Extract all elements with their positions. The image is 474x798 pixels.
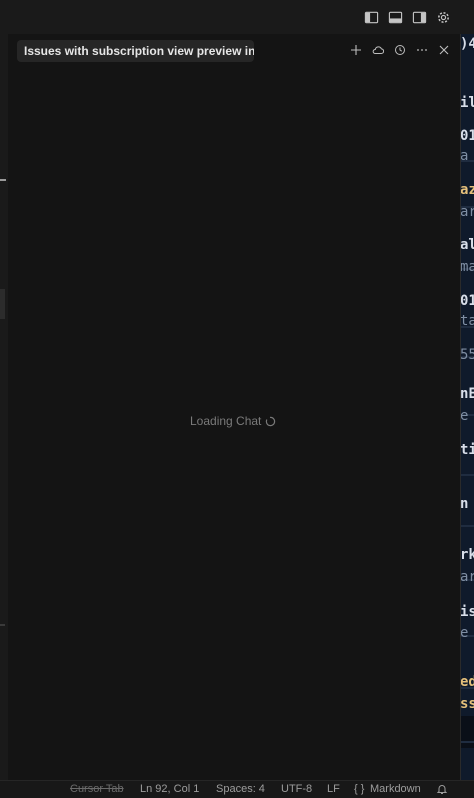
close-icon[interactable] <box>436 42 452 58</box>
code-editor-peek: )4 il 01 a az ar al ma 01 ta 55 nE e ti n rk ar is e ed ss <box>461 34 474 780</box>
language-mode[interactable]: Markdown <box>370 783 421 795</box>
code-line-fragment: a <box>461 148 469 164</box>
code-line-fragment: al <box>461 237 474 253</box>
editor-line-separator <box>461 741 474 743</box>
braces-icon: { } <box>354 783 365 795</box>
code-line-fragment: e <box>461 408 469 424</box>
loading-text: Loading Chat <box>190 414 262 428</box>
editor-edge-mark <box>0 624 5 626</box>
chat-tab[interactable]: Issues with subscription view preview in… <box>17 40 254 62</box>
code-line-fragment: 01 <box>461 128 474 144</box>
more-icon[interactable] <box>414 42 430 58</box>
chat-tab-title: Issues with subscription view preview in… <box>24 44 254 58</box>
editor-edge-mark <box>0 179 6 181</box>
history-icon[interactable] <box>392 42 408 58</box>
cursor-tab-status[interactable]: Cursor Tab <box>70 783 124 795</box>
status-bar: Cursor Tab Ln 92, Col 1 Spaces: 4 UTF-8 … <box>0 780 474 798</box>
code-line-fragment: ar <box>461 569 474 585</box>
code-line-fragment: e <box>461 625 469 641</box>
code-line-fragment: n <box>461 496 469 512</box>
cursor-position[interactable]: Ln 92, Col 1 <box>140 783 199 795</box>
spinner-icon <box>265 416 276 427</box>
code-line-fragment: is <box>461 604 474 620</box>
editor-line-separator <box>461 525 474 527</box>
layout-controls <box>362 8 452 26</box>
line-ending[interactable]: LF <box>327 783 340 795</box>
code-line-fragment: ta <box>461 313 474 329</box>
bell-icon[interactable] <box>436 783 448 795</box>
toggle-primary-sidebar-icon[interactable] <box>362 8 380 26</box>
code-line-fragment: 55 <box>461 347 474 363</box>
settings-gear-icon[interactable] <box>434 8 452 26</box>
editor-block <box>461 716 474 748</box>
left-editor-edge <box>0 34 8 780</box>
toggle-secondary-sidebar-icon[interactable] <box>410 8 428 26</box>
editor-line-separator <box>461 474 474 476</box>
toggle-panel-icon[interactable] <box>386 8 404 26</box>
chat-panel: Issues with subscription view preview in… <box>8 34 461 780</box>
code-line-fragment: 01 <box>461 293 474 309</box>
title-bar <box>0 0 474 34</box>
code-line-fragment: ss <box>461 696 474 712</box>
cloud-icon[interactable] <box>370 42 386 58</box>
code-line-fragment: il <box>461 95 474 111</box>
code-line-fragment: ma <box>461 259 474 275</box>
editor-scroll-mark <box>0 289 5 319</box>
code-line-fragment: ti <box>461 442 474 458</box>
chat-tab-actions <box>348 42 452 58</box>
indentation[interactable]: Spaces: 4 <box>216 783 265 795</box>
plus-icon[interactable] <box>348 42 364 58</box>
code-line-fragment: nE <box>461 386 474 402</box>
loading-indicator: Loading Chat <box>190 414 276 428</box>
code-line-fragment: )4 <box>461 36 474 52</box>
code-line-fragment: ed <box>461 674 474 690</box>
encoding[interactable]: UTF-8 <box>281 783 312 795</box>
code-line-fragment: rk <box>461 547 474 563</box>
code-line-fragment: az <box>461 182 474 198</box>
code-line-fragment: ar <box>461 204 474 220</box>
